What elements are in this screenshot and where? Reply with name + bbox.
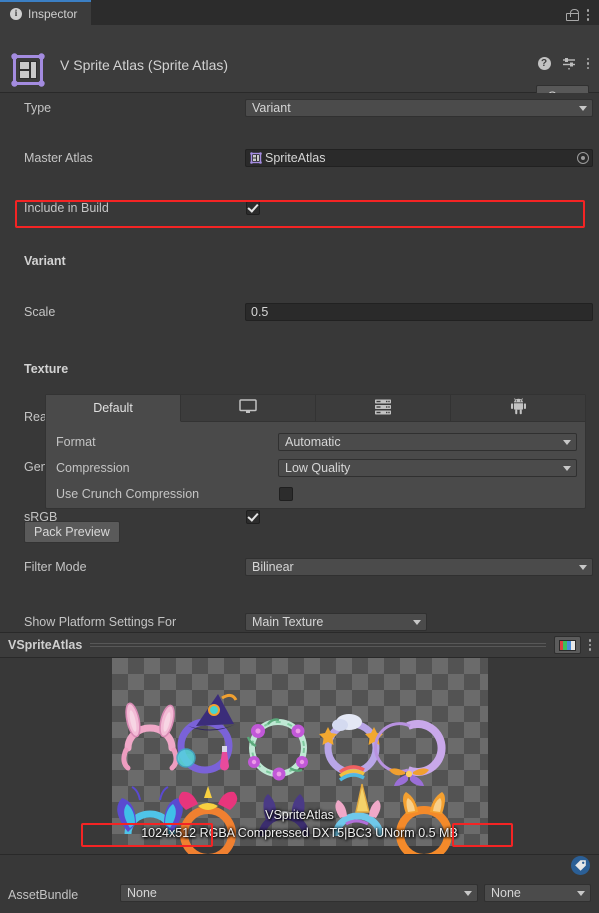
scale-label: Scale xyxy=(24,304,56,319)
preview-overlay-name: VSpriteAtlas xyxy=(265,808,334,822)
help-icon[interactable]: ? xyxy=(537,57,551,70)
variant-section-label: Variant xyxy=(24,253,66,268)
srgb-checkbox[interactable] xyxy=(246,509,260,524)
tab-dedicated-server[interactable] xyxy=(316,395,451,422)
preview-size: 0.5 MB xyxy=(418,826,458,840)
row-master-atlas: Master Atlas SpriteAtlas xyxy=(0,145,599,170)
tab-inspector-label: Inspector xyxy=(28,6,78,21)
dedicated-server-icon xyxy=(374,399,392,418)
crunch-checkbox[interactable] xyxy=(279,486,293,501)
format-label: Format xyxy=(56,434,96,449)
row-type: Type Variant xyxy=(0,95,599,120)
chevron-down-icon xyxy=(563,439,571,445)
platform-settings-value: Main Texture xyxy=(252,614,324,629)
type-label: Type xyxy=(24,100,52,115)
window-tabbar-actions xyxy=(565,9,599,25)
row-format: Format Automatic xyxy=(46,429,585,454)
row-filter-mode: Filter Mode Bilinear xyxy=(0,554,599,579)
platform-settings-dropdown[interactable]: Main Texture xyxy=(245,612,427,631)
section-variant-header: Variant xyxy=(0,248,599,273)
tab-standalone[interactable] xyxy=(181,395,316,422)
format-value: Automatic xyxy=(285,434,341,449)
chevron-down-icon xyxy=(563,465,571,471)
filter-mode-value: Bilinear xyxy=(252,559,294,574)
platform-settings-label: Show Platform Settings For xyxy=(24,614,177,629)
inspector-window: i Inspector V Sprite Atlas (Sprite Atlas… xyxy=(0,0,599,913)
row-scale: Scale 0.5 xyxy=(0,299,599,324)
texture-section-label: Texture xyxy=(24,361,69,376)
tab-inspector[interactable]: i Inspector xyxy=(0,0,92,25)
crunch-label: Use Crunch Compression xyxy=(56,486,200,501)
chevron-down-icon xyxy=(577,891,585,896)
tab-android[interactable] xyxy=(451,395,585,422)
master-atlas-value: SpriteAtlas xyxy=(265,150,326,165)
filter-mode-dropdown[interactable]: Bilinear xyxy=(245,557,593,576)
filter-mode-label: Filter Mode xyxy=(24,559,87,574)
properties-panel: Type Variant Master Atlas SpriteAtlas In… xyxy=(0,93,599,631)
kebab-menu-icon[interactable] xyxy=(586,9,589,21)
master-atlas-object-field[interactable]: SpriteAtlas xyxy=(245,148,593,167)
chevron-down-icon xyxy=(464,891,472,896)
row-platform-settings-for: Show Platform Settings For Main Texture xyxy=(0,609,599,634)
assetbundle-variant-value: None xyxy=(491,886,521,900)
format-dropdown[interactable]: Automatic xyxy=(278,432,577,451)
platform-settings-box: Default Format Automatic Compression Low… xyxy=(45,394,586,509)
include-in-build-label: Include in Build xyxy=(24,200,109,215)
kebab-menu-icon[interactable] xyxy=(588,639,591,651)
assetbundle-label: AssetBundle xyxy=(8,888,79,902)
tag-icon[interactable] xyxy=(571,856,590,875)
rgb-channels-icon[interactable] xyxy=(553,636,581,654)
chevron-down-icon xyxy=(579,105,587,111)
kebab-menu-icon[interactable] xyxy=(586,57,589,70)
section-texture-header: Texture xyxy=(0,356,599,381)
info-icon: i xyxy=(10,7,22,20)
preview-overlay-info: 1024x512 RGBA Compressed DXT5|BC3 UNorm … xyxy=(0,826,599,840)
assetbundle-name-dropdown[interactable]: None xyxy=(120,884,478,902)
sprite-atlas-icon xyxy=(9,51,47,89)
sprite-atlas-mini-icon xyxy=(250,151,262,164)
preview-resolution: 1024x512 RGBA xyxy=(141,826,235,840)
preview-body xyxy=(0,658,599,854)
sprite-atlas-preview-image xyxy=(117,693,452,854)
android-icon xyxy=(510,398,526,418)
tab-default[interactable]: Default xyxy=(46,395,181,422)
page-title: V Sprite Atlas (Sprite Atlas) xyxy=(60,57,229,73)
row-compression: Compression Low Quality xyxy=(46,455,585,480)
window-tabbar: i Inspector xyxy=(0,0,599,25)
platform-tabs: Default xyxy=(46,395,585,422)
compression-label: Compression xyxy=(56,460,130,475)
standalone-monitor-icon xyxy=(239,399,257,417)
preview-format: Compressed DXT5|BC3 UNorm xyxy=(237,826,415,840)
preview-drag-handle[interactable] xyxy=(90,642,546,648)
row-crunch: Use Crunch Compression xyxy=(46,481,585,506)
scale-value: 0.5 xyxy=(251,304,269,319)
tab-default-label: Default xyxy=(93,401,133,415)
pack-preview-button[interactable]: Pack Preview xyxy=(24,521,120,543)
preview-title: VSpriteAtlas xyxy=(8,638,83,652)
compression-dropdown[interactable]: Low Quality xyxy=(278,458,577,477)
include-in-build-checkbox[interactable] xyxy=(246,200,260,215)
scale-input[interactable]: 0.5 xyxy=(245,302,593,321)
asset-header: V Sprite Atlas (Sprite Atlas) ? Open xyxy=(0,25,599,107)
preview-header: VSpriteAtlas xyxy=(0,632,599,658)
type-dropdown[interactable]: Variant xyxy=(245,98,593,117)
preset-icon[interactable] xyxy=(562,57,576,70)
chevron-down-icon xyxy=(413,619,421,625)
assetbundle-variant-dropdown[interactable]: None xyxy=(484,884,591,902)
lock-icon[interactable] xyxy=(565,9,579,21)
chevron-down-icon xyxy=(579,564,587,570)
asset-header-actions: ? xyxy=(537,57,589,70)
assetbundle-name-value: None xyxy=(127,886,157,900)
compression-value: Low Quality xyxy=(285,460,351,475)
master-atlas-label: Master Atlas xyxy=(24,150,93,165)
type-value: Variant xyxy=(252,100,291,115)
row-include-in-build: Include in Build xyxy=(0,195,599,220)
object-picker-icon[interactable] xyxy=(577,151,589,164)
